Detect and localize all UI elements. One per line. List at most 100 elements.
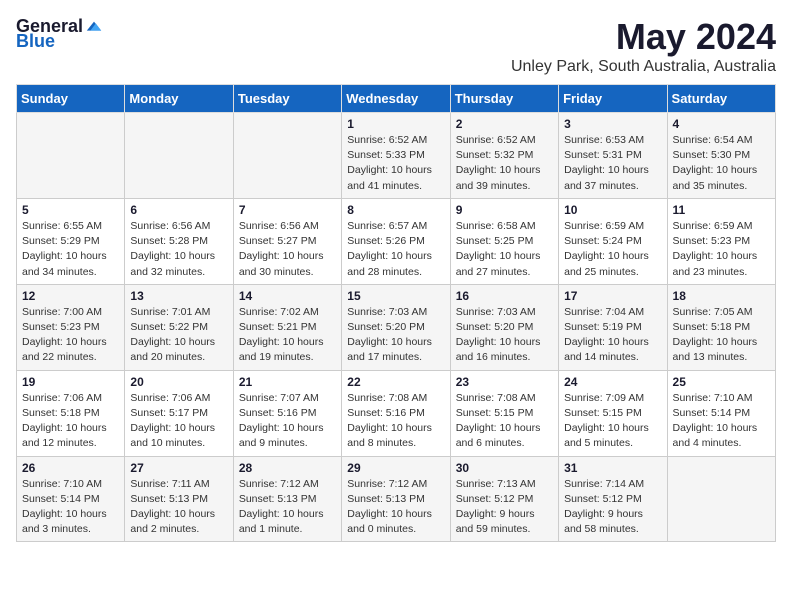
day-info: Sunrise: 7:04 AM Sunset: 5:19 PM Dayligh… — [564, 305, 661, 366]
week-row-3: 12 Sunrise: 7:00 AM Sunset: 5:23 PM Dayli… — [17, 284, 776, 370]
calendar-table: Sunday Monday Tuesday Wednesday Thursday… — [16, 84, 776, 542]
calendar-cell: 14 Sunrise: 7:02 AM Sunset: 5:21 PM Dayli… — [233, 284, 341, 370]
day-number: 9 — [456, 203, 553, 217]
day-number: 23 — [456, 375, 553, 389]
day-info: Sunrise: 6:58 AM Sunset: 5:25 PM Dayligh… — [456, 219, 553, 280]
calendar-cell: 22 Sunrise: 7:08 AM Sunset: 5:16 PM Dayli… — [342, 370, 450, 456]
calendar-cell: 21 Sunrise: 7:07 AM Sunset: 5:16 PM Dayli… — [233, 370, 341, 456]
calendar-cell: 30 Sunrise: 7:13 AM Sunset: 5:12 PM Dayli… — [450, 456, 558, 542]
title-block: May 2024 Unley Park, South Australia, Au… — [511, 16, 776, 76]
week-row-1: 1 Sunrise: 6:52 AM Sunset: 5:33 PM Daylig… — [17, 113, 776, 199]
day-info: Sunrise: 7:08 AM Sunset: 5:16 PM Dayligh… — [347, 391, 444, 452]
day-number: 11 — [673, 203, 770, 217]
calendar-cell: 28 Sunrise: 7:12 AM Sunset: 5:13 PM Dayli… — [233, 456, 341, 542]
calendar-cell: 20 Sunrise: 7:06 AM Sunset: 5:17 PM Dayli… — [125, 370, 233, 456]
day-number: 4 — [673, 117, 770, 131]
calendar-cell: 17 Sunrise: 7:04 AM Sunset: 5:19 PM Dayli… — [559, 284, 667, 370]
day-info: Sunrise: 7:09 AM Sunset: 5:15 PM Dayligh… — [564, 391, 661, 452]
calendar-cell — [667, 456, 775, 542]
logo-icon — [85, 18, 103, 36]
calendar-cell: 18 Sunrise: 7:05 AM Sunset: 5:18 PM Dayli… — [667, 284, 775, 370]
day-info: Sunrise: 7:02 AM Sunset: 5:21 PM Dayligh… — [239, 305, 336, 366]
day-info: Sunrise: 6:53 AM Sunset: 5:31 PM Dayligh… — [564, 133, 661, 194]
calendar-cell — [125, 113, 233, 199]
day-number: 8 — [347, 203, 444, 217]
day-info: Sunrise: 6:59 AM Sunset: 5:24 PM Dayligh… — [564, 219, 661, 280]
day-info: Sunrise: 7:13 AM Sunset: 5:12 PM Dayligh… — [456, 477, 553, 538]
calendar-cell: 26Sunrise: 7:10 AM Sunset: 5:14 PM Dayli… — [17, 456, 125, 542]
day-info: Sunrise: 7:12 AM Sunset: 5:13 PM Dayligh… — [239, 477, 336, 538]
weekday-header-row: Sunday Monday Tuesday Wednesday Thursday… — [17, 85, 776, 113]
day-number: 27 — [130, 461, 227, 475]
month-title: May 2024 — [511, 16, 776, 58]
calendar-cell: 25 Sunrise: 7:10 AM Sunset: 5:14 PM Dayli… — [667, 370, 775, 456]
calendar-cell: 4 Sunrise: 6:54 AM Sunset: 5:30 PM Daylig… — [667, 113, 775, 199]
day-info: Sunrise: 6:55 AM Sunset: 5:29 PM Dayligh… — [22, 219, 119, 280]
day-number: 17 — [564, 289, 661, 303]
header-friday: Friday — [559, 85, 667, 113]
day-info: Sunrise: 7:06 AM Sunset: 5:18 PM Dayligh… — [22, 391, 119, 452]
day-info: Sunrise: 6:59 AM Sunset: 5:23 PM Dayligh… — [673, 219, 770, 280]
day-info: Sunrise: 7:05 AM Sunset: 5:18 PM Dayligh… — [673, 305, 770, 366]
day-info: Sunrise: 7:00 AM Sunset: 5:23 PM Dayligh… — [22, 305, 119, 366]
header-sunday: Sunday — [17, 85, 125, 113]
day-info: Sunrise: 6:54 AM Sunset: 5:30 PM Dayligh… — [673, 133, 770, 194]
day-info: Sunrise: 7:03 AM Sunset: 5:20 PM Dayligh… — [347, 305, 444, 366]
header-monday: Monday — [125, 85, 233, 113]
day-number: 22 — [347, 375, 444, 389]
calendar-cell: 15 Sunrise: 7:03 AM Sunset: 5:20 PM Dayli… — [342, 284, 450, 370]
calendar-cell: 24 Sunrise: 7:09 AM Sunset: 5:15 PM Dayli… — [559, 370, 667, 456]
calendar-cell: 2 Sunrise: 6:52 AM Sunset: 5:32 PM Daylig… — [450, 113, 558, 199]
calendar-cell: 5 Sunrise: 6:55 AM Sunset: 5:29 PM Daylig… — [17, 198, 125, 284]
calendar-cell: 3 Sunrise: 6:53 AM Sunset: 5:31 PM Daylig… — [559, 113, 667, 199]
day-number: 21 — [239, 375, 336, 389]
week-row-2: 5 Sunrise: 6:55 AM Sunset: 5:29 PM Daylig… — [17, 198, 776, 284]
day-number: 31 — [564, 461, 661, 475]
day-number: 5 — [22, 203, 119, 217]
day-info: Sunrise: 6:56 AM Sunset: 5:27 PM Dayligh… — [239, 219, 336, 280]
day-number: 28 — [239, 461, 336, 475]
day-number: 14 — [239, 289, 336, 303]
header-thursday: Thursday — [450, 85, 558, 113]
day-info: Sunrise: 6:57 AM Sunset: 5:26 PM Dayligh… — [347, 219, 444, 280]
day-number: 25 — [673, 375, 770, 389]
day-number: 24 — [564, 375, 661, 389]
day-number: 30 — [456, 461, 553, 475]
day-info: Sunrise: 6:52 AM Sunset: 5:33 PM Dayligh… — [347, 133, 444, 194]
day-number: 12 — [22, 289, 119, 303]
day-info: Sunrise: 7:06 AM Sunset: 5:17 PM Dayligh… — [130, 391, 227, 452]
calendar-cell — [17, 113, 125, 199]
day-info: Sunrise: 6:52 AM Sunset: 5:32 PM Dayligh… — [456, 133, 553, 194]
day-info: Sunrise: 7:10 AM Sunset: 5:14 PM Dayligh… — [673, 391, 770, 452]
logo: General Blue — [16, 16, 103, 52]
day-number: 3 — [564, 117, 661, 131]
location-title: Unley Park, South Australia, Australia — [511, 58, 776, 76]
day-number: 16 — [456, 289, 553, 303]
calendar-cell: 9 Sunrise: 6:58 AM Sunset: 5:25 PM Daylig… — [450, 198, 558, 284]
calendar-cell: 7Sunrise: 6:56 AM Sunset: 5:27 PM Daylig… — [233, 198, 341, 284]
day-info: Sunrise: 7:03 AM Sunset: 5:20 PM Dayligh… — [456, 305, 553, 366]
day-number: 18 — [673, 289, 770, 303]
logo-blue: Blue — [16, 31, 55, 52]
day-number: 1 — [347, 117, 444, 131]
day-number: 13 — [130, 289, 227, 303]
calendar-cell: 1 Sunrise: 6:52 AM Sunset: 5:33 PM Daylig… — [342, 113, 450, 199]
calendar-cell: 16 Sunrise: 7:03 AM Sunset: 5:20 PM Dayli… — [450, 284, 558, 370]
day-info: Sunrise: 7:12 AM Sunset: 5:13 PM Dayligh… — [347, 477, 444, 538]
calendar-cell: 23Sunrise: 7:08 AM Sunset: 5:15 PM Dayli… — [450, 370, 558, 456]
calendar-cell: 19Sunrise: 7:06 AM Sunset: 5:18 PM Dayli… — [17, 370, 125, 456]
day-number: 6 — [130, 203, 227, 217]
calendar-cell — [233, 113, 341, 199]
day-number: 20 — [130, 375, 227, 389]
day-number: 29 — [347, 461, 444, 475]
day-info: Sunrise: 7:11 AM Sunset: 5:13 PM Dayligh… — [130, 477, 227, 538]
day-number: 15 — [347, 289, 444, 303]
header-tuesday: Tuesday — [233, 85, 341, 113]
calendar-cell: 8 Sunrise: 6:57 AM Sunset: 5:26 PM Daylig… — [342, 198, 450, 284]
day-info: Sunrise: 7:07 AM Sunset: 5:16 PM Dayligh… — [239, 391, 336, 452]
calendar-cell: 27 Sunrise: 7:11 AM Sunset: 5:13 PM Dayli… — [125, 456, 233, 542]
day-info: Sunrise: 7:10 AM Sunset: 5:14 PM Dayligh… — [22, 477, 119, 538]
header-wednesday: Wednesday — [342, 85, 450, 113]
calendar-cell: 11 Sunrise: 6:59 AM Sunset: 5:23 PM Dayli… — [667, 198, 775, 284]
day-number: 2 — [456, 117, 553, 131]
